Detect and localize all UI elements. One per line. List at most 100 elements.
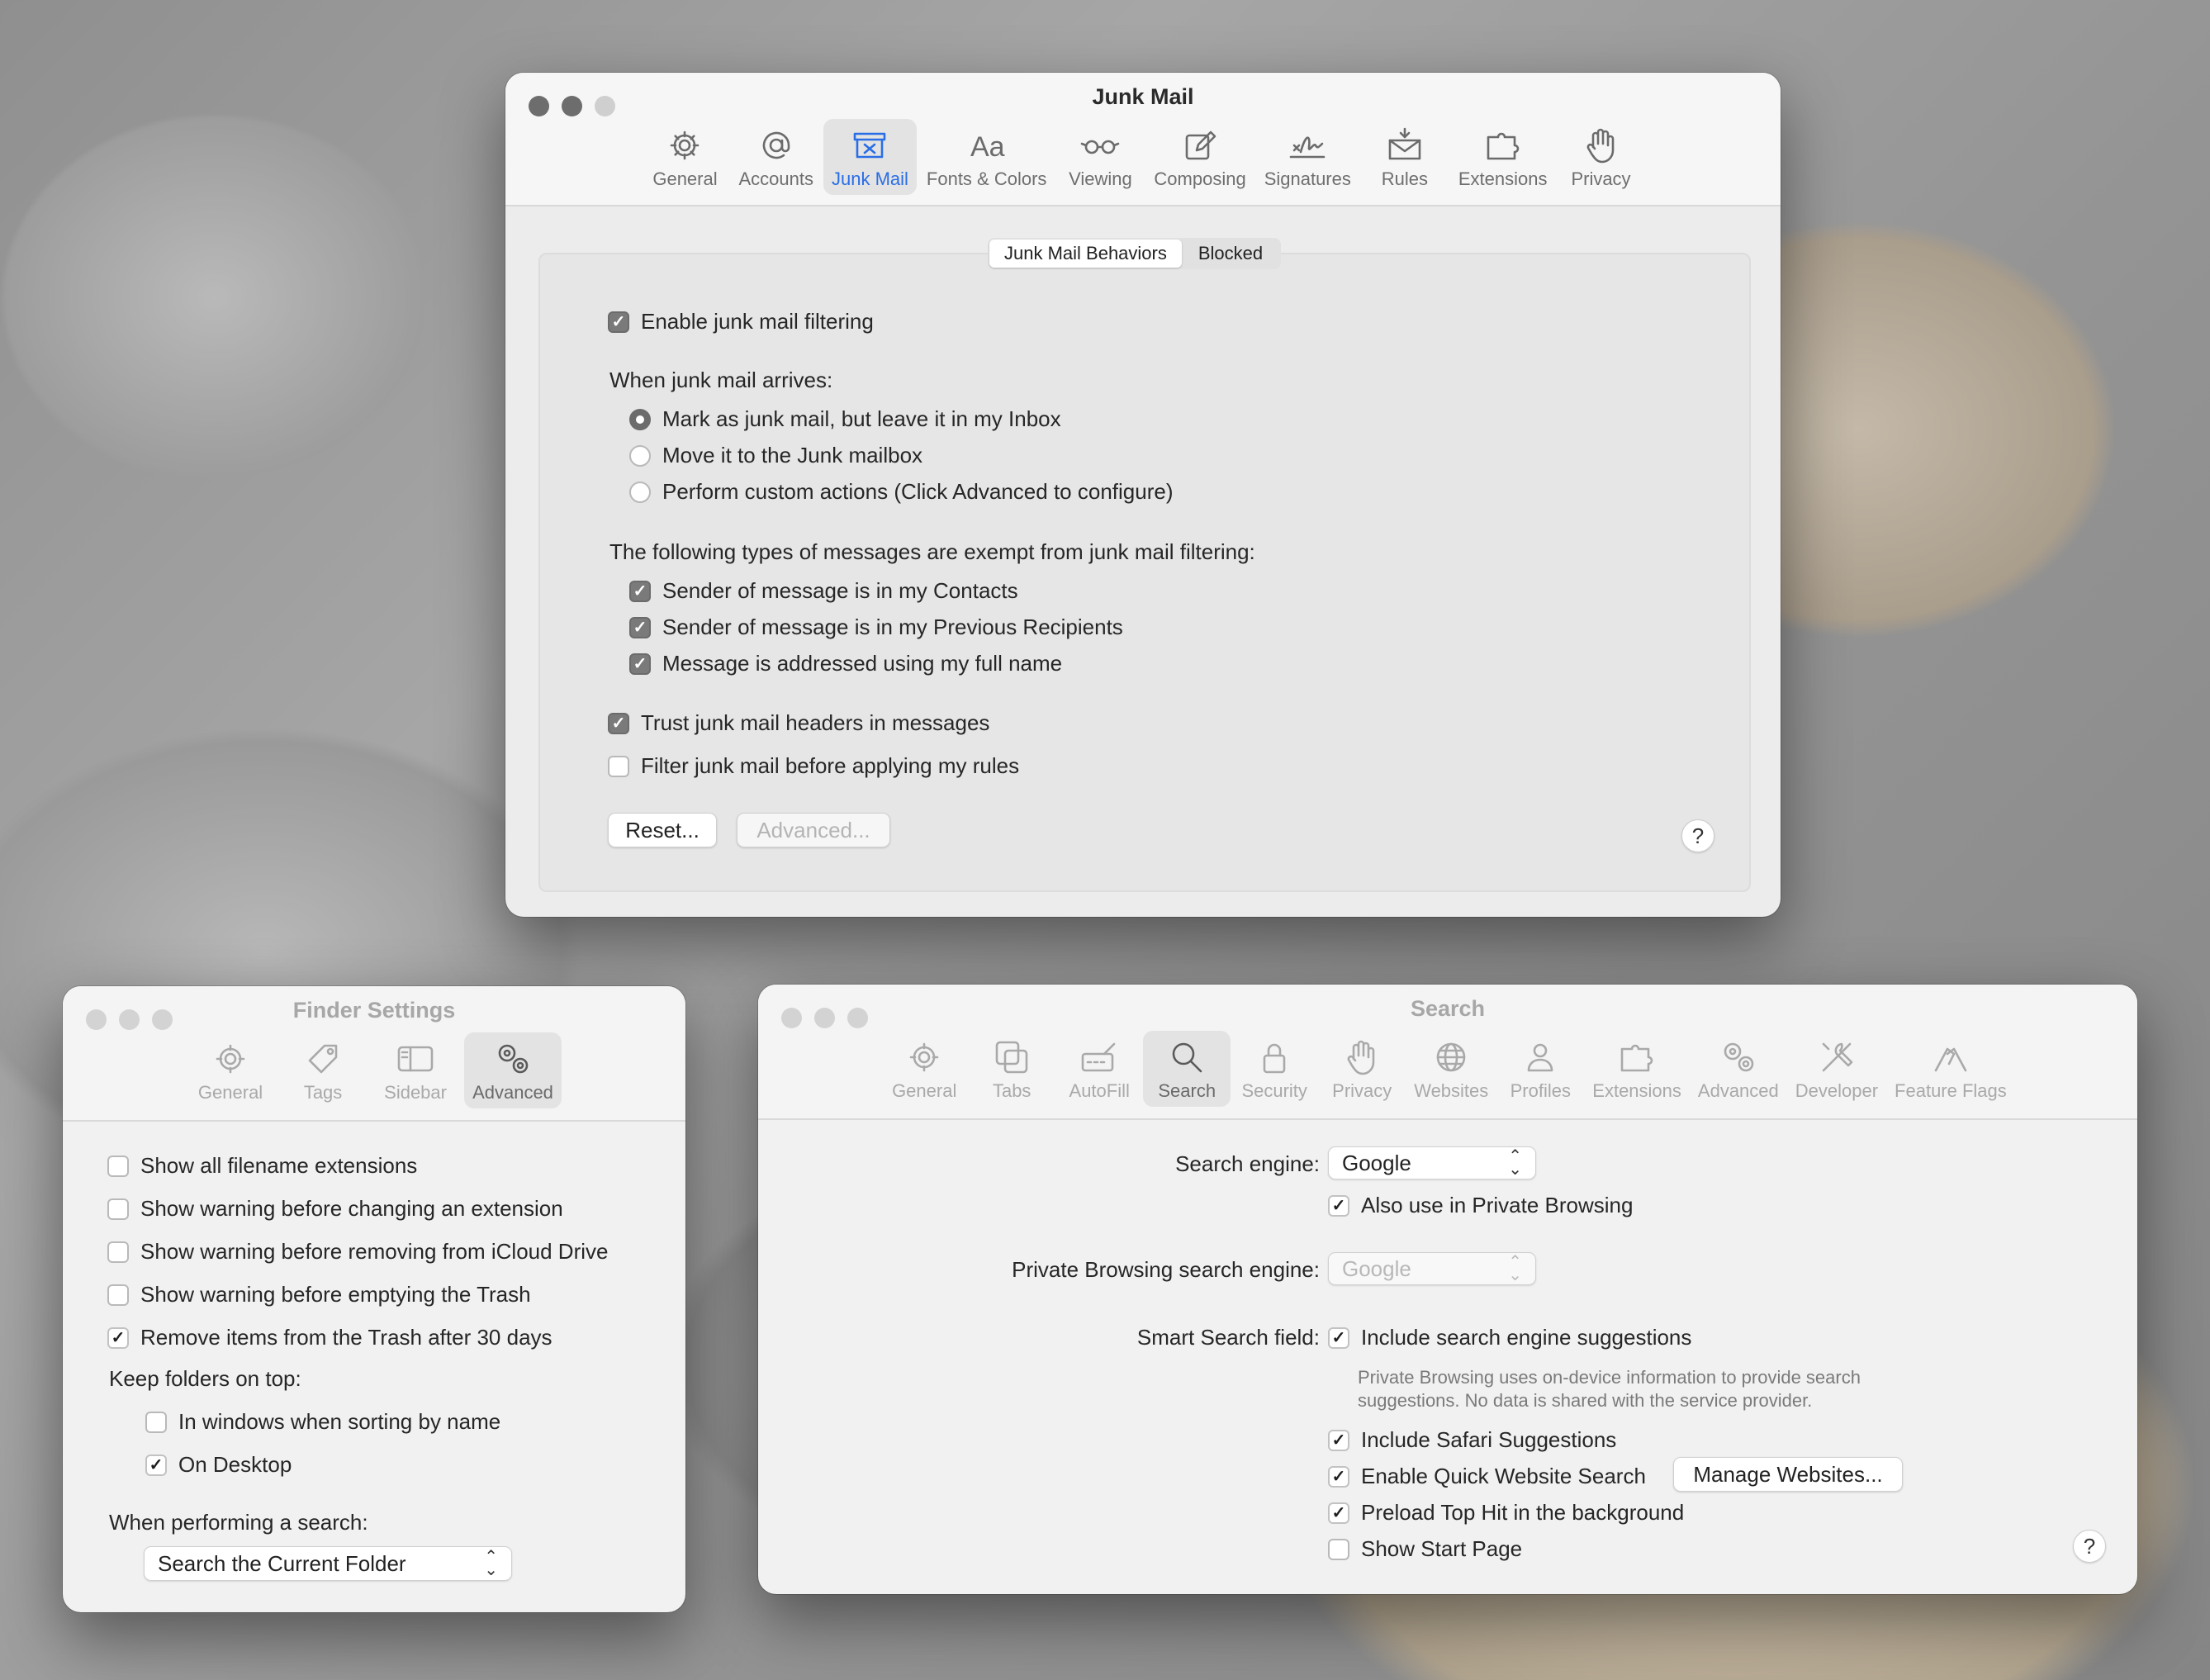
quick-website-search-checkbox[interactable] [1328,1465,1349,1488]
option-row[interactable]: Show warning before emptying the Trash [107,1282,531,1307]
tab-label: AutoFill [1069,1080,1130,1101]
radio-mark-junk[interactable] [629,408,651,430]
tab-junk-mail[interactable]: Junk Mail [823,119,917,195]
exempt-recipients-checkbox[interactable] [629,616,651,638]
manage-websites-button[interactable]: Manage Websites... [1673,1457,1903,1492]
search-scope-popup[interactable]: Search the Current Folder ⌃ ⌄ [144,1546,512,1581]
tab-label: Signatures [1264,168,1351,189]
tab-composing[interactable]: Composing [1145,119,1254,195]
at-sign-icon [762,131,790,159]
exempt-contacts-checkbox[interactable] [629,580,651,602]
checkbox-label: Preload Top Hit in the background [1361,1500,1685,1525]
show-start-page-checkbox[interactable] [1328,1538,1349,1560]
hand-icon [1586,128,1614,164]
junk-mail-panel [538,253,1751,892]
option-row[interactable]: Show all filename extensions [107,1153,417,1179]
tab-sidebar[interactable]: Sidebar [372,1032,459,1108]
trust-headers-checkbox[interactable] [608,712,629,734]
warn-icloud-remove-checkbox[interactable] [107,1241,129,1263]
tab-label: Advanced [472,1082,553,1103]
folders-top-windows-checkbox[interactable] [145,1411,167,1433]
tab-autofill[interactable]: AutoFill [1055,1031,1143,1107]
tab-extensions[interactable]: Extensions [1450,119,1556,195]
filter-before-rules-row[interactable]: Filter junk mail before applying my rule… [608,753,1019,779]
tab-accounts[interactable]: Accounts [730,119,822,195]
tab-feature-flags[interactable]: Feature Flags [1886,1031,2015,1107]
note-line: Private Browsing uses on-device informat… [1358,1367,1861,1388]
segment-junk-mail-behaviors[interactable]: Junk Mail Behaviors [989,240,1182,268]
include-suggestions-row[interactable]: Include search engine suggestions [1328,1325,1691,1350]
tab-tabs[interactable]: Tabs [968,1031,1055,1107]
preload-top-hit-checkbox[interactable] [1328,1502,1349,1524]
safari-suggestions-row[interactable]: Include Safari Suggestions [1328,1427,1616,1453]
option-row[interactable]: Show warning before changing an extensio… [107,1196,563,1222]
private-note: Private Browsing uses on-device informat… [1358,1366,1861,1412]
tab-label: Tags [303,1082,343,1103]
tab-rules[interactable]: Rules [1361,119,1449,195]
enable-filtering-label: Enable junk mail filtering [641,309,874,334]
help-button[interactable]: ? [2073,1530,2106,1563]
tab-websites[interactable]: Websites [1406,1031,1496,1107]
help-button[interactable]: ? [1681,819,1714,852]
checkbox-label: Trust junk mail headers in messages [641,710,990,735]
tab-advanced[interactable]: Advanced [1690,1031,1787,1107]
option-row[interactable]: Show warning before removing from iCloud… [107,1239,608,1265]
tab-label: Sidebar [384,1082,447,1103]
arrives-option-row[interactable]: Mark as junk mail, but leave it in my In… [629,406,1061,432]
include-suggestions-checkbox[interactable] [1328,1326,1349,1349]
show-extensions-checkbox[interactable] [107,1155,129,1177]
show-start-page-row[interactable]: Show Start Page [1328,1536,1522,1562]
tab-search[interactable]: Search [1143,1031,1231,1107]
tab-developer[interactable]: Developer [1787,1031,1886,1107]
safari-suggestions-checkbox[interactable] [1328,1429,1349,1451]
tab-label: General [197,1082,263,1103]
mail-settings-window: Junk Mail General Accounts Junk Mail Aa … [505,73,1781,917]
tab-general[interactable]: General [641,119,728,195]
tab-advanced[interactable]: Advanced [464,1032,562,1108]
preload-top-hit-row[interactable]: Preload Top Hit in the background [1328,1500,1684,1526]
trust-headers-row[interactable]: Trust junk mail headers in messages [608,710,989,736]
radio-move-junk[interactable] [629,444,651,467]
tab-security[interactable]: Security [1231,1031,1318,1107]
tab-tags[interactable]: Tags [279,1032,367,1108]
segment-blocked[interactable]: Blocked [1182,240,1279,268]
radio-custom-actions[interactable] [629,481,651,503]
also-private-row[interactable]: Also use in Private Browsing [1328,1193,1633,1218]
remove-trash-30-days-checkbox[interactable] [107,1326,129,1349]
tab-general[interactable]: General [187,1032,274,1108]
exempt-option-row[interactable]: Sender of message is in my Contacts [629,578,1018,604]
filter-before-rules-checkbox[interactable] [608,755,629,777]
also-private-checkbox[interactable] [1328,1194,1349,1217]
warn-empty-trash-checkbox[interactable] [107,1284,129,1306]
warn-extension-change-checkbox[interactable] [107,1198,129,1220]
tab-profiles[interactable]: Profiles [1496,1031,1584,1107]
advanced-button[interactable]: Advanced... [737,813,890,847]
tab-general[interactable]: General [880,1031,968,1107]
envelope-rules-icon [1388,127,1421,160]
tab-privacy[interactable]: Privacy [1318,1031,1406,1107]
tab-fonts-colors[interactable]: Aa Fonts & Colors [918,119,1055,195]
tab-signatures[interactable]: Signatures [1256,119,1359,195]
arrives-option-row[interactable]: Perform custom actions (Click Advanced t… [629,479,1173,505]
tab-viewing[interactable]: Viewing [1056,119,1144,195]
option-row[interactable]: In windows when sorting by name [145,1409,500,1435]
window-title: Finder Settings [292,998,456,1023]
exempt-option-row[interactable]: Message is addressed using my full name [629,651,1062,676]
enable-filtering-checkbox[interactable] [608,311,629,333]
search-heading: When performing a search: [109,1510,368,1535]
exempt-option-row[interactable]: Sender of message is in my Previous Reci… [629,615,1123,640]
folders-top-desktop-checkbox[interactable] [145,1454,167,1476]
quick-website-search-row[interactable]: Enable Quick Website Search [1328,1464,1646,1489]
private-engine-popup[interactable]: Google ⌃ ⌄ [1328,1252,1536,1285]
enable-filtering-row[interactable]: Enable junk mail filtering [608,309,874,335]
exempt-full-name-checkbox[interactable] [629,653,651,675]
arrives-option-row[interactable]: Move it to the Junk mailbox [629,443,922,468]
tab-privacy[interactable]: Privacy [1558,119,1645,195]
reset-button[interactable]: Reset... [608,813,717,847]
tab-extensions[interactable]: Extensions [1584,1031,1690,1107]
search-engine-popup[interactable]: Google ⌃ ⌄ [1328,1146,1536,1179]
gear-icon [671,131,700,160]
option-row[interactable]: On Desktop [145,1452,292,1478]
option-row[interactable]: Remove items from the Trash after 30 day… [107,1325,552,1350]
checkbox-label: Show Start Page [1361,1536,1523,1561]
